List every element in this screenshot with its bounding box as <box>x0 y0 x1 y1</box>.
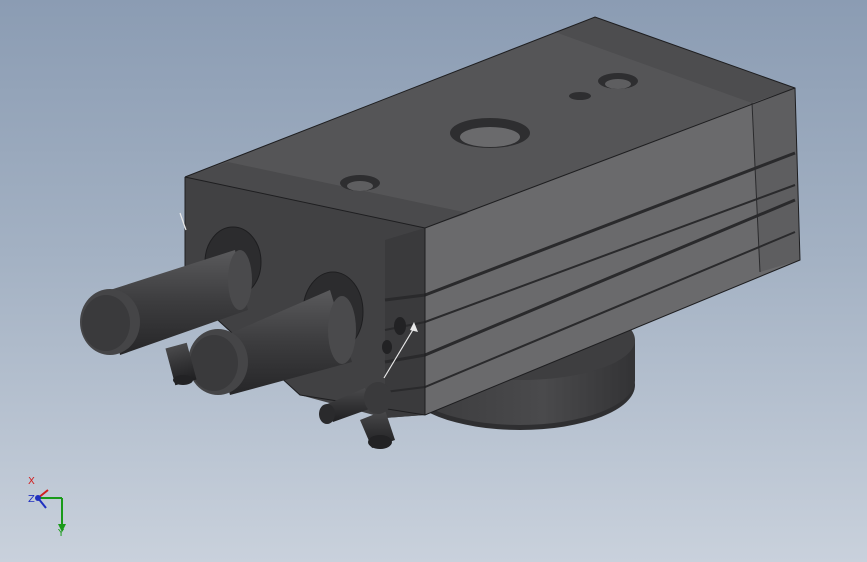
part-model[interactable] <box>0 0 867 562</box>
triad-y-label: Y <box>57 528 65 536</box>
triad-origin <box>35 495 41 501</box>
triad-x-label: X <box>28 476 35 487</box>
coordinate-triad: X Z Y <box>28 476 66 536</box>
triad-z-label: Z <box>28 494 35 505</box>
graphics-viewport[interactable]: X Z Y <box>0 0 867 562</box>
